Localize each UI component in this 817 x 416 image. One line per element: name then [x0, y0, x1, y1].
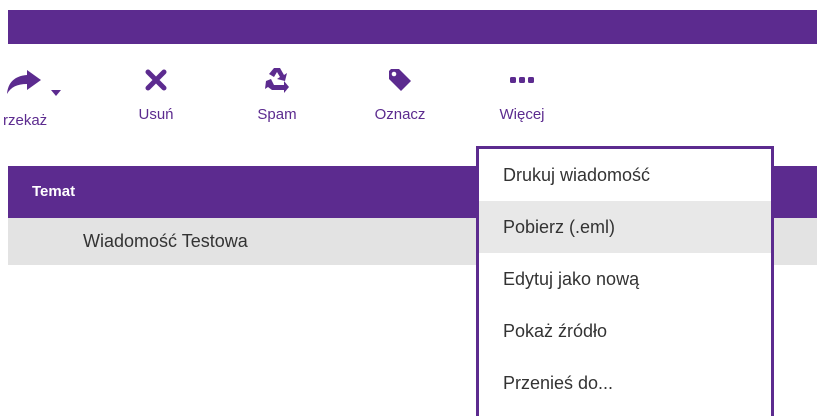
tag-button[interactable]: Oznacz — [370, 62, 430, 142]
menu-item-download-eml[interactable]: Pobierz (.eml) — [479, 201, 771, 253]
forward-button[interactable]: rzekaż — [0, 62, 80, 142]
spam-button[interactable]: Spam — [249, 62, 305, 142]
menu-item-edit-as-new[interactable]: Edytuj jako nową — [479, 253, 771, 305]
top-header-bar — [8, 10, 817, 44]
recycle-icon — [262, 62, 292, 98]
tag-label: Oznacz — [374, 106, 426, 123]
more-dots-icon — [510, 62, 534, 98]
message-subject: Wiadomość Testowa — [83, 231, 248, 251]
dropdown-caret-icon — [51, 90, 61, 96]
forward-icon — [0, 62, 65, 98]
spam-label: Spam — [257, 106, 297, 123]
more-button[interactable]: Więcej — [490, 62, 554, 142]
forward-label: rzekaż — [3, 112, 48, 129]
close-icon — [145, 62, 167, 98]
menu-item-print[interactable]: Drukuj wiadomość — [479, 149, 771, 201]
more-label: Więcej — [499, 106, 545, 123]
more-options-menu: Drukuj wiadomość Pobierz (.eml) Edytuj j… — [476, 146, 774, 416]
message-toolbar: rzekaż Usuń Spam Oznacz Więcej — [0, 44, 817, 154]
delete-button[interactable]: Usuń — [132, 62, 180, 142]
subject-column-header[interactable]: Temat — [32, 183, 75, 200]
delete-label: Usuń — [138, 106, 174, 123]
menu-item-show-source[interactable]: Pokaż źródło — [479, 305, 771, 357]
menu-item-move-to[interactable]: Przenieś do... — [479, 357, 771, 409]
tag-icon — [387, 62, 413, 98]
